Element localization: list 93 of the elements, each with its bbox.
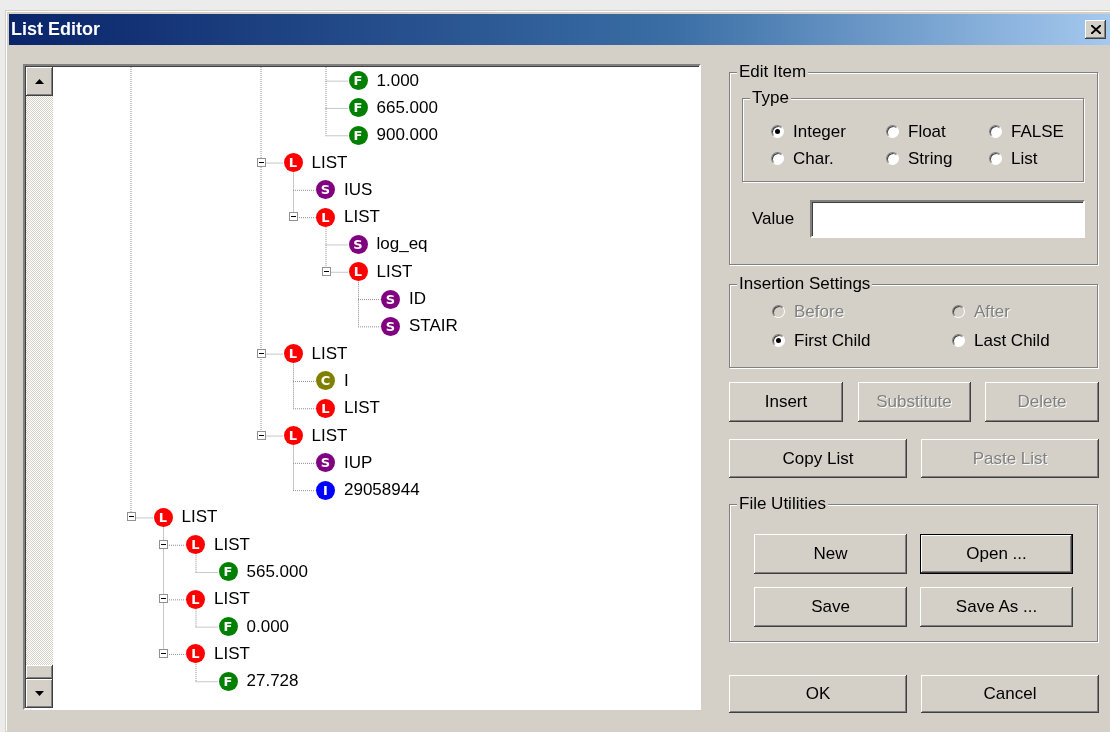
radio-label[interactable]: List (1011, 148, 1038, 169)
action-button[interactable]: Copy List (729, 439, 907, 478)
node-label[interactable]: LIST (311, 343, 348, 364)
collapse-toggle[interactable] (321, 266, 331, 276)
node-label[interactable]: LIST (344, 398, 380, 419)
type-badge: L (316, 207, 335, 227)
radio-label[interactable]: String (908, 148, 953, 169)
value-label: Value (752, 209, 795, 229)
node-label[interactable]: ID (409, 289, 426, 309)
group-title: Type (752, 88, 789, 107)
scroll-down-button[interactable] (26, 679, 53, 708)
type-badge: L (153, 507, 173, 527)
radio-label[interactable]: First Child (794, 330, 871, 351)
radio-button[interactable] (771, 125, 784, 138)
action-button[interactable]: OK (729, 675, 907, 713)
type-badge: F (348, 98, 368, 118)
radio-button[interactable] (772, 334, 785, 347)
collapse-toggle[interactable] (256, 430, 266, 440)
node-label[interactable]: LIST (214, 643, 250, 664)
collapse-toggle[interactable] (126, 512, 136, 522)
node-label[interactable]: LIST (214, 534, 250, 555)
type-badge: S (316, 453, 335, 473)
node-label[interactable]: LIST (214, 589, 250, 610)
radio-button[interactable] (989, 125, 1002, 138)
node-label[interactable]: 1.000 (376, 70, 420, 91)
node-label[interactable]: 29058944 (344, 480, 420, 501)
type-badge: L (283, 344, 303, 364)
type-badge: F (348, 71, 368, 91)
window-title: List Editor (11, 19, 100, 40)
action-button[interactable]: Cancel (921, 675, 1099, 713)
type-badge: I (316, 480, 335, 500)
node-label[interactable]: LIST (311, 425, 348, 446)
radio-button[interactable] (886, 125, 899, 138)
value-field[interactable] (810, 200, 1085, 238)
type-badge: L (348, 262, 368, 282)
node-label[interactable]: 0.000 (246, 616, 290, 637)
node-label[interactable]: LIST (376, 261, 413, 282)
radio-label[interactable]: Float (908, 121, 946, 142)
close-button[interactable] (1085, 20, 1106, 39)
down-arrow-icon (35, 691, 44, 696)
collapse-toggle[interactable] (159, 539, 168, 549)
collapse-toggle[interactable] (256, 157, 266, 167)
action-button[interactable]: Insert (729, 382, 843, 422)
node-label[interactable]: IUP (344, 452, 373, 473)
type-badge: F (348, 125, 368, 145)
type-badge: L (186, 535, 205, 555)
type-badge: F (218, 617, 238, 637)
type-badge: F (218, 671, 238, 691)
node-label[interactable]: LIST (311, 152, 348, 173)
collapse-toggle[interactable] (256, 348, 266, 358)
up-arrow-icon (35, 79, 44, 84)
node-label[interactable]: 27.728 (246, 671, 299, 692)
type-badge: F (218, 562, 238, 582)
radio-label[interactable]: FALSE (1011, 121, 1064, 142)
type-badge: L (186, 644, 205, 664)
close-icon (1090, 25, 1101, 34)
group-title: Edit Item (739, 62, 807, 81)
node-label[interactable]: STAIR (409, 316, 458, 337)
collapse-toggle[interactable] (159, 594, 168, 604)
action-button[interactable]: Save As ... (920, 587, 1073, 627)
node-label[interactable]: LIST (344, 207, 380, 228)
radio-button[interactable] (886, 152, 899, 165)
node-label[interactable]: 665.000 (376, 97, 438, 118)
type-badge: L (283, 153, 303, 173)
radio-label[interactable]: Char. (793, 148, 834, 169)
node-label[interactable]: I (344, 370, 349, 391)
type-badge: L (186, 589, 205, 609)
node-label[interactable]: LIST (181, 507, 218, 528)
collapse-toggle[interactable] (289, 212, 298, 222)
group-title: Insertion Settings (739, 274, 871, 293)
node-label[interactable]: 565.000 (246, 562, 308, 582)
action-button[interactable]: Save (754, 587, 907, 627)
scroll-up-button[interactable] (26, 67, 53, 96)
node-label[interactable]: IUS (344, 179, 373, 200)
node-label[interactable]: log_eq (376, 234, 428, 255)
node-label[interactable]: 900.000 (376, 125, 438, 146)
radio-button[interactable] (771, 152, 784, 165)
type-badge: C (316, 371, 335, 391)
type-badge: S (381, 316, 400, 336)
action-button[interactable]: New (754, 534, 907, 574)
type-badge: S (348, 234, 368, 254)
radio-button[interactable] (989, 152, 1002, 165)
action-button[interactable]: Open ... (920, 534, 1073, 574)
collapse-toggle[interactable] (159, 648, 168, 658)
type-badge: S (316, 180, 335, 200)
radio-button[interactable] (952, 334, 965, 347)
type-badge: L (283, 426, 303, 445)
radio-label[interactable]: Integer (793, 121, 846, 142)
group-title: File Utilities (739, 494, 826, 513)
type-badge: L (316, 398, 335, 418)
scrollbar-thumb[interactable] (26, 665, 53, 679)
type-badge: S (381, 289, 400, 309)
radio-label[interactable]: Last Child (974, 330, 1050, 351)
